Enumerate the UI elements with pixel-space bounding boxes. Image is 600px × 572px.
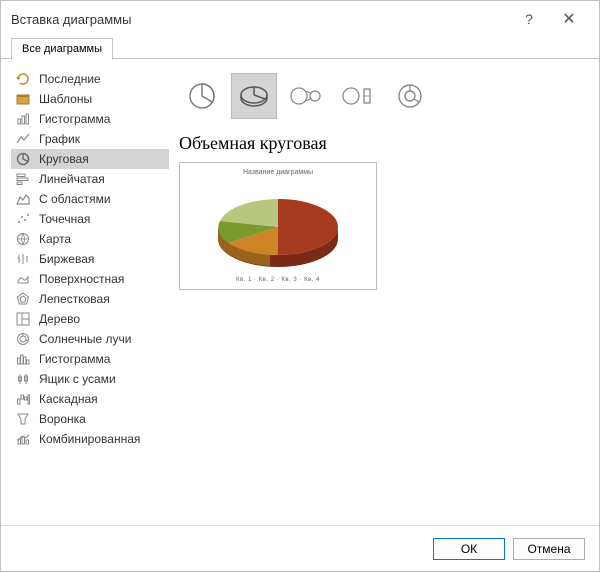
close-button[interactable]: ✕	[549, 9, 589, 29]
column-chart-icon	[15, 111, 31, 127]
tab-all-charts[interactable]: Все диаграммы	[11, 38, 113, 60]
sidebar-item-label: Последние	[39, 72, 101, 86]
sidebar-item-8[interactable]: Карта	[11, 229, 169, 249]
scatter-chart-icon	[15, 211, 31, 227]
sidebar-item-7[interactable]: Точечная	[11, 209, 169, 229]
sidebar-item-12[interactable]: Дерево	[11, 309, 169, 329]
sidebar-item-6[interactable]: С областями	[11, 189, 169, 209]
recent-icon	[15, 71, 31, 87]
area-chart-icon	[15, 191, 31, 207]
surface-chart-icon	[15, 271, 31, 287]
cancel-button[interactable]: Отмена	[513, 538, 585, 560]
sidebar-item-label: Гистограмма	[39, 112, 110, 126]
sidebar-item-label: График	[39, 132, 80, 146]
pie-subtype-row	[179, 69, 589, 133]
sidebar-item-4[interactable]: Круговая	[11, 149, 169, 169]
sidebar-item-label: Круговая	[39, 152, 89, 166]
treemap-chart-icon	[15, 311, 31, 327]
combo-chart-icon	[15, 431, 31, 447]
pie-subtype-bar-of-pie[interactable]	[335, 73, 381, 119]
sidebar-item-label: Гистограмма	[39, 352, 110, 366]
templates-icon	[15, 91, 31, 107]
sidebar-item-18[interactable]: Комбинированная	[11, 429, 169, 449]
subtype-title: Объемная круговая	[179, 133, 589, 154]
preview-chart-body	[198, 178, 358, 275]
sidebar-item-label: Линейчатая	[39, 172, 105, 186]
sidebar-item-16[interactable]: Каскадная	[11, 389, 169, 409]
sidebar-item-17[interactable]: Воронка	[11, 409, 169, 429]
sidebar-item-label: Шаблоны	[39, 92, 92, 106]
boxwhisker-chart-icon	[15, 371, 31, 387]
sidebar-item-label: Биржевая	[39, 252, 94, 266]
pie-subtype-pie-of-pie[interactable]	[283, 73, 329, 119]
sidebar-item-label: Поверхностная	[39, 272, 124, 286]
pie-subtype-2d[interactable]	[179, 73, 225, 119]
sidebar-item-3[interactable]: График	[11, 129, 169, 149]
chart-preview[interactable]: Название диаграммы Кв. 1 · Кв. 2 · Кв. 3…	[179, 162, 377, 290]
waterfall-chart-icon	[15, 391, 31, 407]
help-button[interactable]: ?	[509, 11, 549, 27]
sidebar-item-14[interactable]: Гистограмма	[11, 349, 169, 369]
content-area: Последние Шаблоны Гистограмма График Кругова…	[1, 59, 599, 525]
preview-chart-title: Название диаграммы	[243, 169, 313, 176]
radar-chart-icon	[15, 291, 31, 307]
sidebar-item-label: Точечная	[39, 212, 90, 226]
tabstrip: Все диаграммы	[1, 37, 599, 59]
tab-label: Все диаграммы	[22, 43, 102, 55]
sidebar-item-5[interactable]: Линейчатая	[11, 169, 169, 189]
sidebar-item-13[interactable]: Солнечные лучи	[11, 329, 169, 349]
sunburst-chart-icon	[15, 331, 31, 347]
sidebar-item-0[interactable]: Последние	[11, 69, 169, 89]
funnel-chart-icon	[15, 411, 31, 427]
sidebar-item-label: С областями	[39, 192, 111, 206]
chart-type-sidebar: Последние Шаблоны Гистограмма График Кругова…	[11, 69, 169, 525]
sidebar-item-9[interactable]: Биржевая	[11, 249, 169, 269]
dialog-footer: ОК Отмена	[1, 525, 599, 571]
sidebar-item-label: Воронка	[39, 412, 86, 426]
sidebar-item-label: Ящик с усами	[39, 372, 116, 386]
ok-button[interactable]: ОК	[433, 538, 505, 560]
line-chart-icon	[15, 131, 31, 147]
sidebar-item-label: Каскадная	[39, 392, 98, 406]
dialog-title: Вставка диаграммы	[11, 12, 131, 27]
sidebar-item-label: Карта	[39, 232, 71, 246]
sidebar-item-10[interactable]: Поверхностная	[11, 269, 169, 289]
titlebar: Вставка диаграммы ? ✕	[1, 1, 599, 37]
pie-subtype-3d[interactable]	[231, 73, 277, 119]
sidebar-item-11[interactable]: Лепестковая	[11, 289, 169, 309]
pie-chart-icon	[15, 151, 31, 167]
sidebar-item-15[interactable]: Ящик с усами	[11, 369, 169, 389]
sidebar-item-label: Комбинированная	[39, 432, 140, 446]
insert-chart-dialog: Вставка диаграммы ? ✕ Все диаграммы Посл…	[0, 0, 600, 572]
main-panel: Объемная круговая Название диаграммы	[179, 69, 589, 525]
stock-chart-icon	[15, 251, 31, 267]
pie-subtype-doughnut[interactable]	[387, 73, 433, 119]
map-chart-icon	[15, 231, 31, 247]
sidebar-item-2[interactable]: Гистограмма	[11, 109, 169, 129]
preview-legend: Кв. 1 · Кв. 2 · Кв. 3 · Кв. 4	[236, 277, 320, 283]
bar-chart-icon	[15, 171, 31, 187]
sidebar-item-1[interactable]: Шаблоны	[11, 89, 169, 109]
sidebar-item-label: Солнечные лучи	[39, 332, 131, 346]
sidebar-item-label: Лепестковая	[39, 292, 110, 306]
sidebar-item-label: Дерево	[39, 312, 80, 326]
histogram-chart-icon	[15, 351, 31, 367]
